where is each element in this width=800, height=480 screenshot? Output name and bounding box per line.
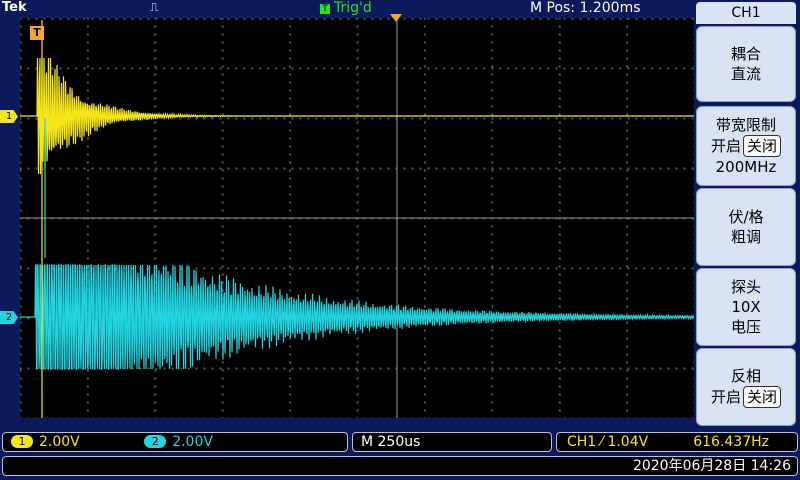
top-status-bar: Tek ⎍ T Trig'd M Pos: 1.200ms bbox=[0, 0, 694, 18]
volts-div-value: 粗调 bbox=[730, 228, 761, 246]
invert-label: 反相 bbox=[730, 367, 761, 385]
channel-menu: CH1 耦合 直流 带宽限制 开启 关闭 200MHz 伏/格 粗调 探头 10X… bbox=[694, 0, 800, 428]
timebase-readout: M 250us bbox=[352, 432, 552, 452]
ch2-ground-marker[interactable]: 2 bbox=[0, 311, 18, 324]
invert-on-option: 开启 bbox=[710, 388, 741, 406]
channel-scale-readout: 1 2.00V 2 2.00V bbox=[2, 432, 348, 452]
acquisition-icon: ⎍ bbox=[150, 0, 159, 14]
coupling-value: 直流 bbox=[730, 65, 761, 83]
ch1-scale: 2.00V bbox=[39, 434, 80, 450]
trigger-position-label: T bbox=[33, 26, 41, 39]
probe-type: 电压 bbox=[730, 318, 761, 336]
invert-button[interactable]: 反相 开启 关闭 bbox=[696, 348, 796, 426]
probe-label: 探头 bbox=[730, 278, 761, 296]
ch2-scale: 2.00V bbox=[172, 434, 213, 450]
bandwidth-value: 200MHz bbox=[715, 158, 777, 176]
volts-div-button[interactable]: 伏/格 粗调 bbox=[696, 188, 796, 266]
probe-attenuation: 10X bbox=[731, 298, 761, 316]
menu-title: CH1 bbox=[696, 2, 796, 24]
bandwidth-off-option: 关闭 bbox=[743, 135, 782, 157]
ch2-marker-label: 2 bbox=[5, 312, 13, 323]
ch2-waveform bbox=[20, 264, 695, 370]
date-time: 2020年06月28日 14:26 bbox=[2, 456, 798, 476]
graticule-and-waveforms bbox=[19, 17, 696, 420]
bottom-status-bar: 1 2.00V 2 2.00V M 250us CH1 ⁄ 1.04V 616.43… bbox=[0, 428, 800, 480]
bandwidth-limit-toggle: 开启 关闭 bbox=[697, 135, 795, 157]
invert-off-option: 关闭 bbox=[743, 386, 782, 408]
trigger-position-marker[interactable]: T bbox=[30, 26, 44, 40]
frequency-readout: 616.437Hz bbox=[693, 434, 769, 450]
horizontal-position: M Pos: 1.200ms bbox=[530, 0, 641, 16]
trigger-status-icon: T bbox=[320, 4, 330, 14]
bandwidth-limit-label: 带宽限制 bbox=[715, 116, 776, 134]
trigger-readout: CH1 ⁄ 1.04V 616.437Hz bbox=[556, 432, 798, 452]
ch2-tag: 2 bbox=[144, 435, 167, 448]
ch1-marker-label: 1 bbox=[5, 111, 13, 122]
waveform-display bbox=[19, 17, 696, 420]
coupling-label: 耦合 bbox=[730, 45, 761, 63]
brand-logo: Tek bbox=[2, 0, 27, 15]
trigger-status: T Trig'd bbox=[320, 0, 372, 16]
probe-button[interactable]: 探头 10X 电压 bbox=[696, 268, 796, 346]
invert-toggle: 开启 关闭 bbox=[697, 386, 795, 408]
trigger-status-label: Trig'd bbox=[334, 0, 372, 16]
coupling-button[interactable]: 耦合 直流 bbox=[696, 26, 796, 102]
ch1-tag: 1 bbox=[11, 435, 33, 448]
bandwidth-on-option: 开启 bbox=[710, 137, 741, 155]
trigger-level: CH1 ⁄ 1.04V bbox=[567, 434, 649, 450]
bandwidth-limit-button[interactable]: 带宽限制 开启 关闭 200MHz bbox=[696, 106, 796, 186]
trigger-level-marker[interactable] bbox=[390, 14, 402, 22]
ch1-ground-marker[interactable]: 1 bbox=[0, 110, 18, 123]
volts-div-label: 伏/格 bbox=[728, 208, 764, 226]
